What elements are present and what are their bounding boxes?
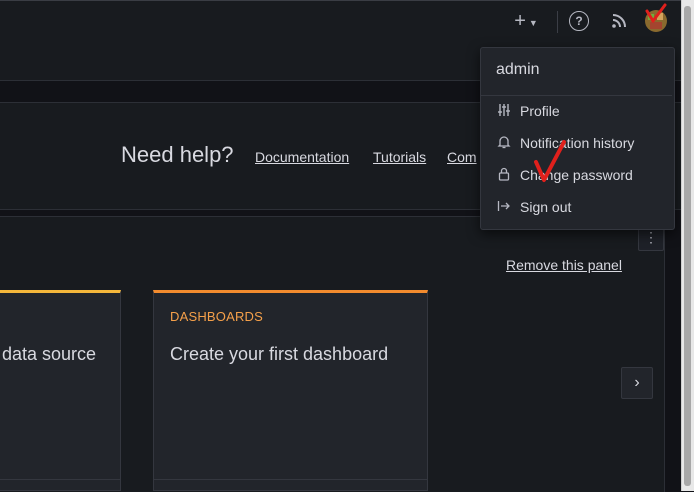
menu-item-label: Sign out [520, 199, 572, 215]
help-icon[interactable]: ? [569, 11, 589, 31]
remove-panel-link[interactable]: Remove this panel [506, 257, 622, 273]
next-card-button[interactable]: › [621, 367, 653, 399]
data-source-card[interactable] [0, 290, 121, 491]
menu-item-label: Profile [520, 103, 560, 119]
bell-icon [497, 135, 511, 149]
menu-item-change-password[interactable]: Change password [481, 160, 672, 190]
chevron-right-icon: › [634, 374, 640, 391]
community-link[interactable]: Com [447, 149, 477, 165]
menu-item-sign-out[interactable]: Sign out [481, 192, 672, 222]
user-avatar[interactable] [645, 10, 667, 32]
scrollbar-thumb[interactable] [684, 6, 691, 486]
card-category: DASHBOARDS [170, 309, 264, 324]
card-title: data source [2, 344, 97, 364]
sliders-icon [497, 103, 511, 117]
card-title: Create your first dashboard [170, 344, 389, 364]
lock-icon [497, 167, 511, 181]
chevron-down-icon: ▼ [528, 17, 538, 28]
need-help-heading: Need help? [121, 142, 234, 167]
tutorials-link[interactable]: Tutorials [373, 149, 426, 165]
toolbar-divider [557, 11, 558, 33]
add-new-button[interactable]: + ▼ [510, 10, 542, 32]
documentation-link[interactable]: Documentation [255, 149, 349, 165]
menu-item-profile[interactable]: Profile [481, 96, 672, 126]
menu-item-notification-history[interactable]: Notification history [481, 128, 672, 158]
menu-item-label: Change password [520, 167, 633, 183]
plus-icon: + [514, 9, 526, 32]
menu-item-label: Notification history [520, 135, 635, 151]
sign-out-icon [497, 199, 511, 213]
rss-icon[interactable] [608, 10, 630, 32]
menu-username: admin [496, 61, 540, 78]
